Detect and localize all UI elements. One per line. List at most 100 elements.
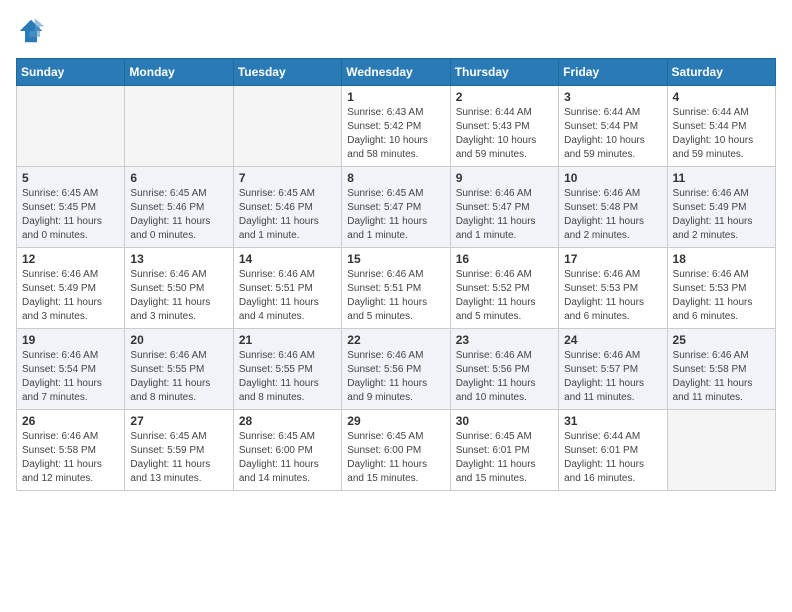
calendar-cell: 25 Sunrise: 6:46 AM Sunset: 5:58 PM Dayli… [667,329,775,410]
day-number: 11 [673,171,770,185]
col-header-wednesday: Wednesday [342,59,450,86]
day-info: Sunrise: 6:44 AM Sunset: 5:44 PM Dayligh… [673,106,770,162]
day-number: 4 [673,90,770,104]
calendar-cell: 2 Sunrise: 6:44 AM Sunset: 5:43 PM Daylig… [450,86,558,167]
day-number: 18 [673,252,770,266]
day-number: 28 [239,414,336,428]
day-info: Sunrise: 6:45 AM Sunset: 6:00 PM Dayligh… [239,430,336,486]
day-number: 31 [564,414,661,428]
calendar-cell [667,410,775,491]
day-info: Sunrise: 6:43 AM Sunset: 5:42 PM Dayligh… [347,106,444,162]
day-number: 22 [347,333,444,347]
calendar-cell: 20Sunrise: 6:46 AM Sunset: 5:55 PM Dayli… [125,329,233,410]
day-info: Sunrise: 6:46 AM Sunset: 5:49 PM Dayligh… [673,187,770,243]
day-number: 6 [130,171,227,185]
day-number: 14 [239,252,336,266]
day-info: Sunrise: 6:45 AM Sunset: 6:01 PM Dayligh… [456,430,553,486]
day-number: 23 [456,333,553,347]
col-header-monday: Monday [125,59,233,86]
calendar-cell: 31 Sunrise: 6:44 AM Sunset: 6:01 PM Dayli… [559,410,667,491]
calendar-cell: 6 Sunrise: 6:45 AM Sunset: 5:46 PM Daylig… [125,167,233,248]
calendar-cell: 1 Sunrise: 6:43 AM Sunset: 5:42 PM Daylig… [342,86,450,167]
calendar-cell: 27 Sunrise: 6:45 AM Sunset: 5:59 PM Dayli… [125,410,233,491]
calendar-cell: 19 Sunrise: 6:46 AM Sunset: 5:54 PM Dayli… [17,329,125,410]
calendar-cell: 26Sunrise: 6:46 AM Sunset: 5:58 PM Dayli… [17,410,125,491]
day-info: Sunrise: 6:45 AM Sunset: 5:46 PM Dayligh… [130,187,227,243]
calendar-cell: 29Sunrise: 6:45 AM Sunset: 6:00 PM Dayli… [342,410,450,491]
day-info: Sunrise: 6:46 AM Sunset: 5:53 PM Dayligh… [673,268,770,324]
page-header [16,16,776,46]
day-number: 29 [347,414,444,428]
day-info: Sunrise: 6:46 AM Sunset: 5:51 PM Dayligh… [347,268,444,324]
logo [16,16,50,46]
day-info: Sunrise: 6:46 AM Sunset: 5:58 PM Dayligh… [673,349,770,405]
day-info: Sunrise: 6:46 AM Sunset: 5:56 PM Dayligh… [456,349,553,405]
calendar-cell: 11 Sunrise: 6:46 AM Sunset: 5:49 PM Dayli… [667,167,775,248]
calendar-cell: 15 Sunrise: 6:46 AM Sunset: 5:51 PM Dayli… [342,248,450,329]
day-number: 16 [456,252,553,266]
day-number: 27 [130,414,227,428]
day-info: Sunrise: 6:46 AM Sunset: 5:56 PM Dayligh… [347,349,444,405]
day-number: 13 [130,252,227,266]
calendar-week-4: 19 Sunrise: 6:46 AM Sunset: 5:54 PM Dayli… [17,329,776,410]
day-info: Sunrise: 6:46 AM Sunset: 5:48 PM Dayligh… [564,187,661,243]
calendar-cell: 21 Sunrise: 6:46 AM Sunset: 5:55 PM Dayli… [233,329,341,410]
calendar-cell: 30 Sunrise: 6:45 AM Sunset: 6:01 PM Dayli… [450,410,558,491]
calendar-cell [233,86,341,167]
day-number: 17 [564,252,661,266]
calendar-cell: 23 Sunrise: 6:46 AM Sunset: 5:56 PM Dayli… [450,329,558,410]
day-number: 5 [22,171,119,185]
day-number: 12 [22,252,119,266]
day-info: Sunrise: 6:46 AM Sunset: 5:53 PM Dayligh… [564,268,661,324]
day-number: 20 [130,333,227,347]
calendar-cell: 22 Sunrise: 6:46 AM Sunset: 5:56 PM Dayli… [342,329,450,410]
day-number: 21 [239,333,336,347]
day-info: Sunrise: 6:45 AM Sunset: 5:46 PM Dayligh… [239,187,336,243]
calendar-cell: 28 Sunrise: 6:45 AM Sunset: 6:00 PM Dayli… [233,410,341,491]
day-info: Sunrise: 6:46 AM Sunset: 5:52 PM Dayligh… [456,268,553,324]
day-info: Sunrise: 6:44 AM Sunset: 5:44 PM Dayligh… [564,106,661,162]
calendar-week-3: 12 Sunrise: 6:46 AM Sunset: 5:49 PM Dayli… [17,248,776,329]
day-number: 30 [456,414,553,428]
calendar-cell: 24 Sunrise: 6:46 AM Sunset: 5:57 PM Dayli… [559,329,667,410]
day-info: Sunrise: 6:45 AM Sunset: 5:45 PM Dayligh… [22,187,119,243]
calendar-cell: 16 Sunrise: 6:46 AM Sunset: 5:52 PM Dayli… [450,248,558,329]
day-info: Sunrise: 6:45 AM Sunset: 5:47 PM Dayligh… [347,187,444,243]
day-number: 7 [239,171,336,185]
calendar-cell: 8 Sunrise: 6:45 AM Sunset: 5:47 PM Daylig… [342,167,450,248]
day-number: 15 [347,252,444,266]
calendar-table: SundayMondayTuesdayWednesdayThursdayFrid… [16,58,776,491]
col-header-saturday: Saturday [667,59,775,86]
day-number: 24 [564,333,661,347]
day-info: Sunrise: 6:46 AM Sunset: 5:57 PM Dayligh… [564,349,661,405]
calendar-week-1: 1 Sunrise: 6:43 AM Sunset: 5:42 PM Daylig… [17,86,776,167]
day-number: 2 [456,90,553,104]
calendar-cell: 13Sunrise: 6:46 AM Sunset: 5:50 PM Dayli… [125,248,233,329]
day-number: 3 [564,90,661,104]
logo-icon [16,16,46,46]
day-number: 25 [673,333,770,347]
calendar-cell: 3 Sunrise: 6:44 AM Sunset: 5:44 PM Daylig… [559,86,667,167]
calendar-cell [125,86,233,167]
col-header-tuesday: Tuesday [233,59,341,86]
day-number: 19 [22,333,119,347]
day-number: 1 [347,90,444,104]
day-number: 26 [22,414,119,428]
day-info: Sunrise: 6:46 AM Sunset: 5:49 PM Dayligh… [22,268,119,324]
calendar-cell: 18 Sunrise: 6:46 AM Sunset: 5:53 PM Dayli… [667,248,775,329]
calendar-cell: 7 Sunrise: 6:45 AM Sunset: 5:46 PM Daylig… [233,167,341,248]
calendar-week-2: 5 Sunrise: 6:45 AM Sunset: 5:45 PM Daylig… [17,167,776,248]
col-header-sunday: Sunday [17,59,125,86]
day-number: 10 [564,171,661,185]
day-info: Sunrise: 6:46 AM Sunset: 5:54 PM Dayligh… [22,349,119,405]
day-info: Sunrise: 6:44 AM Sunset: 6:01 PM Dayligh… [564,430,661,486]
calendar-cell: 10 Sunrise: 6:46 AM Sunset: 5:48 PM Dayli… [559,167,667,248]
calendar-week-5: 26Sunrise: 6:46 AM Sunset: 5:58 PM Dayli… [17,410,776,491]
day-info: Sunrise: 6:46 AM Sunset: 5:47 PM Dayligh… [456,187,553,243]
day-number: 8 [347,171,444,185]
col-header-friday: Friday [559,59,667,86]
day-info: Sunrise: 6:44 AM Sunset: 5:43 PM Dayligh… [456,106,553,162]
calendar-cell [17,86,125,167]
day-info: Sunrise: 6:46 AM Sunset: 5:55 PM Dayligh… [239,349,336,405]
day-info: Sunrise: 6:45 AM Sunset: 5:59 PM Dayligh… [130,430,227,486]
